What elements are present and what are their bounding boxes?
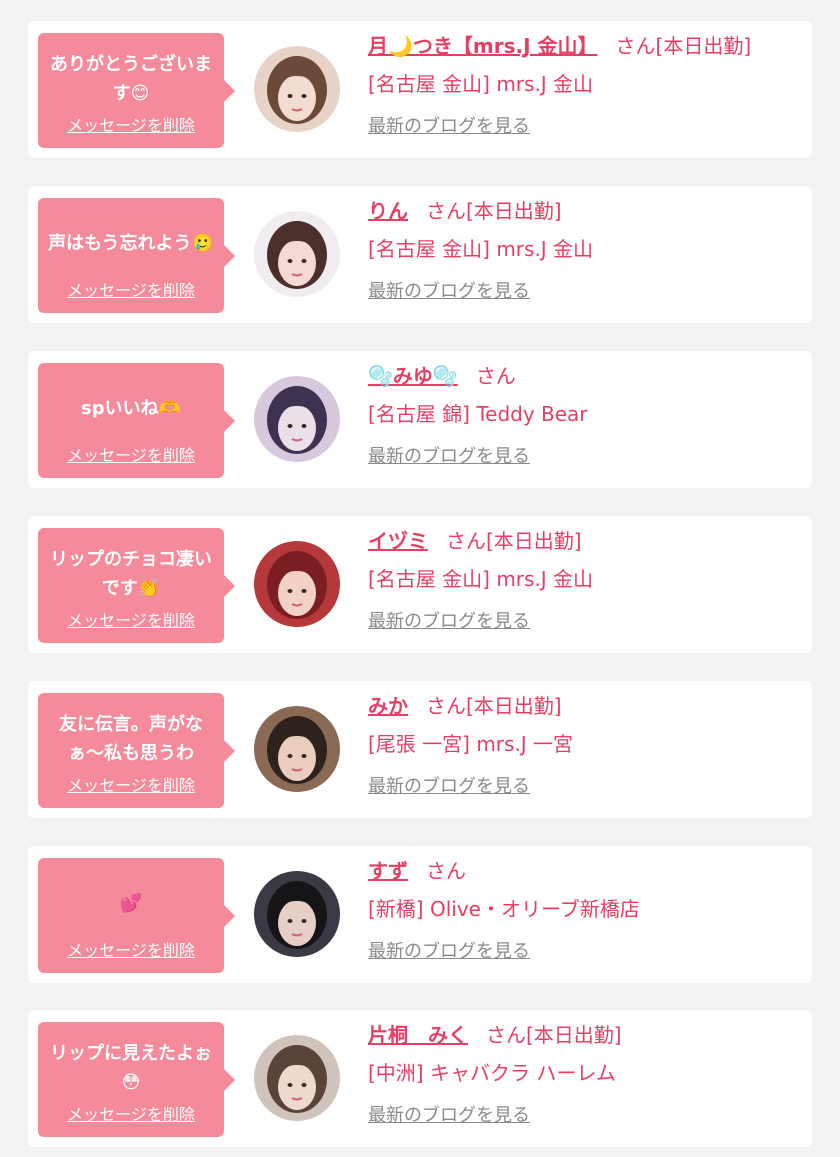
message-text: 声はもう忘れよう🥲 [48,233,214,254]
message-text: リップのチョコ凄いです👏 [50,548,212,599]
name-suffix: さん [475,364,516,388]
shop-name: [新橋] Olive・オリーブ新橋店 [368,897,640,921]
avatar[interactable] [254,541,340,627]
latest-blog-link[interactable]: 最新のブログを見る [368,115,530,139]
message-bubble: 💕 メッセージを削除 [38,858,235,973]
avatar[interactable] [254,871,340,957]
profile-info: りん さん[本日出勤] [名古屋 金山] mrs.J 金山 最新のブログを見る [368,198,802,304]
name-suffix: さん[本日出勤] [486,1023,622,1047]
message-text: リップに見えたよぉ😳 [50,1042,212,1093]
delete-message-link[interactable]: メッセージを削除 [46,446,216,466]
profile-info: 月🌙つき【mrs.J 金山】 さん[本日出勤] [名古屋 金山] mrs.J 金山… [368,33,802,139]
message-bubble: 友に伝言。声がなぁ〜私も思うわ メッセージを削除 [38,693,235,808]
shop-name: [尾張 一宮] mrs.J 一宮 [368,732,574,756]
message-card: リップのチョコ凄いです👏 メッセージを削除 イヅミ さん[本日出勤] [名古屋 金… [28,516,812,653]
delete-message-link[interactable]: メッセージを削除 [46,1105,216,1125]
message-bubble: リップのチョコ凄いです👏 メッセージを削除 [38,528,235,643]
avatar[interactable] [254,706,340,792]
delete-message-link[interactable]: メッセージを削除 [46,281,216,301]
latest-blog-link[interactable]: 最新のブログを見る [368,940,530,964]
message-text: 💕 [119,893,143,914]
profile-info: みか さん[本日出勤] [尾張 一宮] mrs.J 一宮 最新のブログを見る [368,693,802,799]
avatar[interactable] [254,1035,340,1121]
message-bubble: リップに見えたよぉ😳 メッセージを削除 [38,1022,235,1137]
profile-name-link[interactable]: 月🌙つき【mrs.J 金山】 [368,34,598,58]
latest-blog-link[interactable]: 最新のブログを見る [368,775,530,799]
message-card: 声はもう忘れよう🥲 メッセージを削除 りん さん[本日出勤] [名古屋 金山] m… [28,186,812,323]
latest-blog-link[interactable]: 最新のブログを見る [368,280,530,304]
avatar-photo-icon [254,376,340,462]
message-list: ありがとうございます😊 メッセージを削除 月🌙つき【mrs.J 金山】 さん[本日… [0,0,840,1157]
profile-info: 片桐 みく さん[本日出勤] [中洲] キャバクラ ハーレム 最新のブログを見る [368,1022,802,1128]
profile-name-link[interactable]: 片桐 みく [368,1023,468,1047]
profile-name-link[interactable]: 🫧みゆ🫧 [368,364,458,388]
profile-name-link[interactable]: みか [368,694,408,718]
profile-info: 🫧みゆ🫧 さん [名古屋 錦] Teddy Bear 最新のブログを見る [368,363,802,469]
message-text: 友に伝言。声がなぁ〜私も思うわ [59,713,203,764]
avatar[interactable] [254,46,340,132]
message-text: spいいね🫶 [80,398,181,419]
shop-name: [名古屋 金山] mrs.J 金山 [368,567,594,591]
message-text: ありがとうございます😊 [50,53,212,104]
name-suffix: さん[本日出勤] [615,34,752,58]
delete-message-link[interactable]: メッセージを削除 [46,941,216,961]
latest-blog-link[interactable]: 最新のブログを見る [368,445,530,469]
message-card: リップに見えたよぉ😳 メッセージを削除 片桐 みく さん[本日出勤] [中洲] キ… [28,1010,812,1147]
name-suffix: さん[本日出勤] [426,694,562,718]
message-bubble: spいいね🫶 メッセージを削除 [38,363,235,478]
avatar-photo-icon [254,706,340,792]
name-suffix: さん [426,859,466,883]
message-bubble: ありがとうございます😊 メッセージを削除 [38,33,235,148]
avatar[interactable] [254,376,340,462]
message-bubble: 声はもう忘れよう🥲 メッセージを削除 [38,198,235,313]
profile-info: すず さん [新橋] Olive・オリーブ新橋店 最新のブログを見る [368,858,802,964]
delete-message-link[interactable]: メッセージを削除 [46,116,216,136]
avatar-photo-icon [254,541,340,627]
avatar[interactable] [254,211,340,297]
delete-message-link[interactable]: メッセージを削除 [46,776,216,796]
message-card: spいいね🫶 メッセージを削除 🫧みゆ🫧 さん [名古屋 錦] Teddy Bea… [28,351,812,488]
message-card: 友に伝言。声がなぁ〜私も思うわ メッセージを削除 みか さん[本日出勤] [尾張 … [28,681,812,818]
shop-name: [名古屋 金山] mrs.J 金山 [368,72,594,96]
latest-blog-link[interactable]: 最新のブログを見る [368,1104,530,1128]
shop-name: [名古屋 金山] mrs.J 金山 [368,237,594,261]
avatar-photo-icon [254,1035,340,1121]
profile-name-link[interactable]: すず [368,859,408,883]
shop-name: [名古屋 錦] Teddy Bear [368,402,588,426]
latest-blog-link[interactable]: 最新のブログを見る [368,610,530,634]
profile-name-link[interactable]: イヅミ [368,529,428,553]
message-card: ありがとうございます😊 メッセージを削除 月🌙つき【mrs.J 金山】 さん[本日… [28,21,812,158]
name-suffix: さん[本日出勤] [426,199,562,223]
avatar-photo-icon [254,211,340,297]
profile-name-link[interactable]: りん [368,199,408,223]
profile-info: イヅミ さん[本日出勤] [名古屋 金山] mrs.J 金山 最新のブログを見る [368,528,802,634]
name-suffix: さん[本日出勤] [446,529,582,553]
message-card: 💕 メッセージを削除 すず さん [新橋] Olive・オリーブ新橋店 最新のブロ… [28,846,812,983]
avatar-photo-icon [254,46,340,132]
delete-message-link[interactable]: メッセージを削除 [46,611,216,631]
shop-name: [中洲] キャバクラ ハーレム [368,1061,616,1085]
avatar-photo-icon [254,871,340,957]
